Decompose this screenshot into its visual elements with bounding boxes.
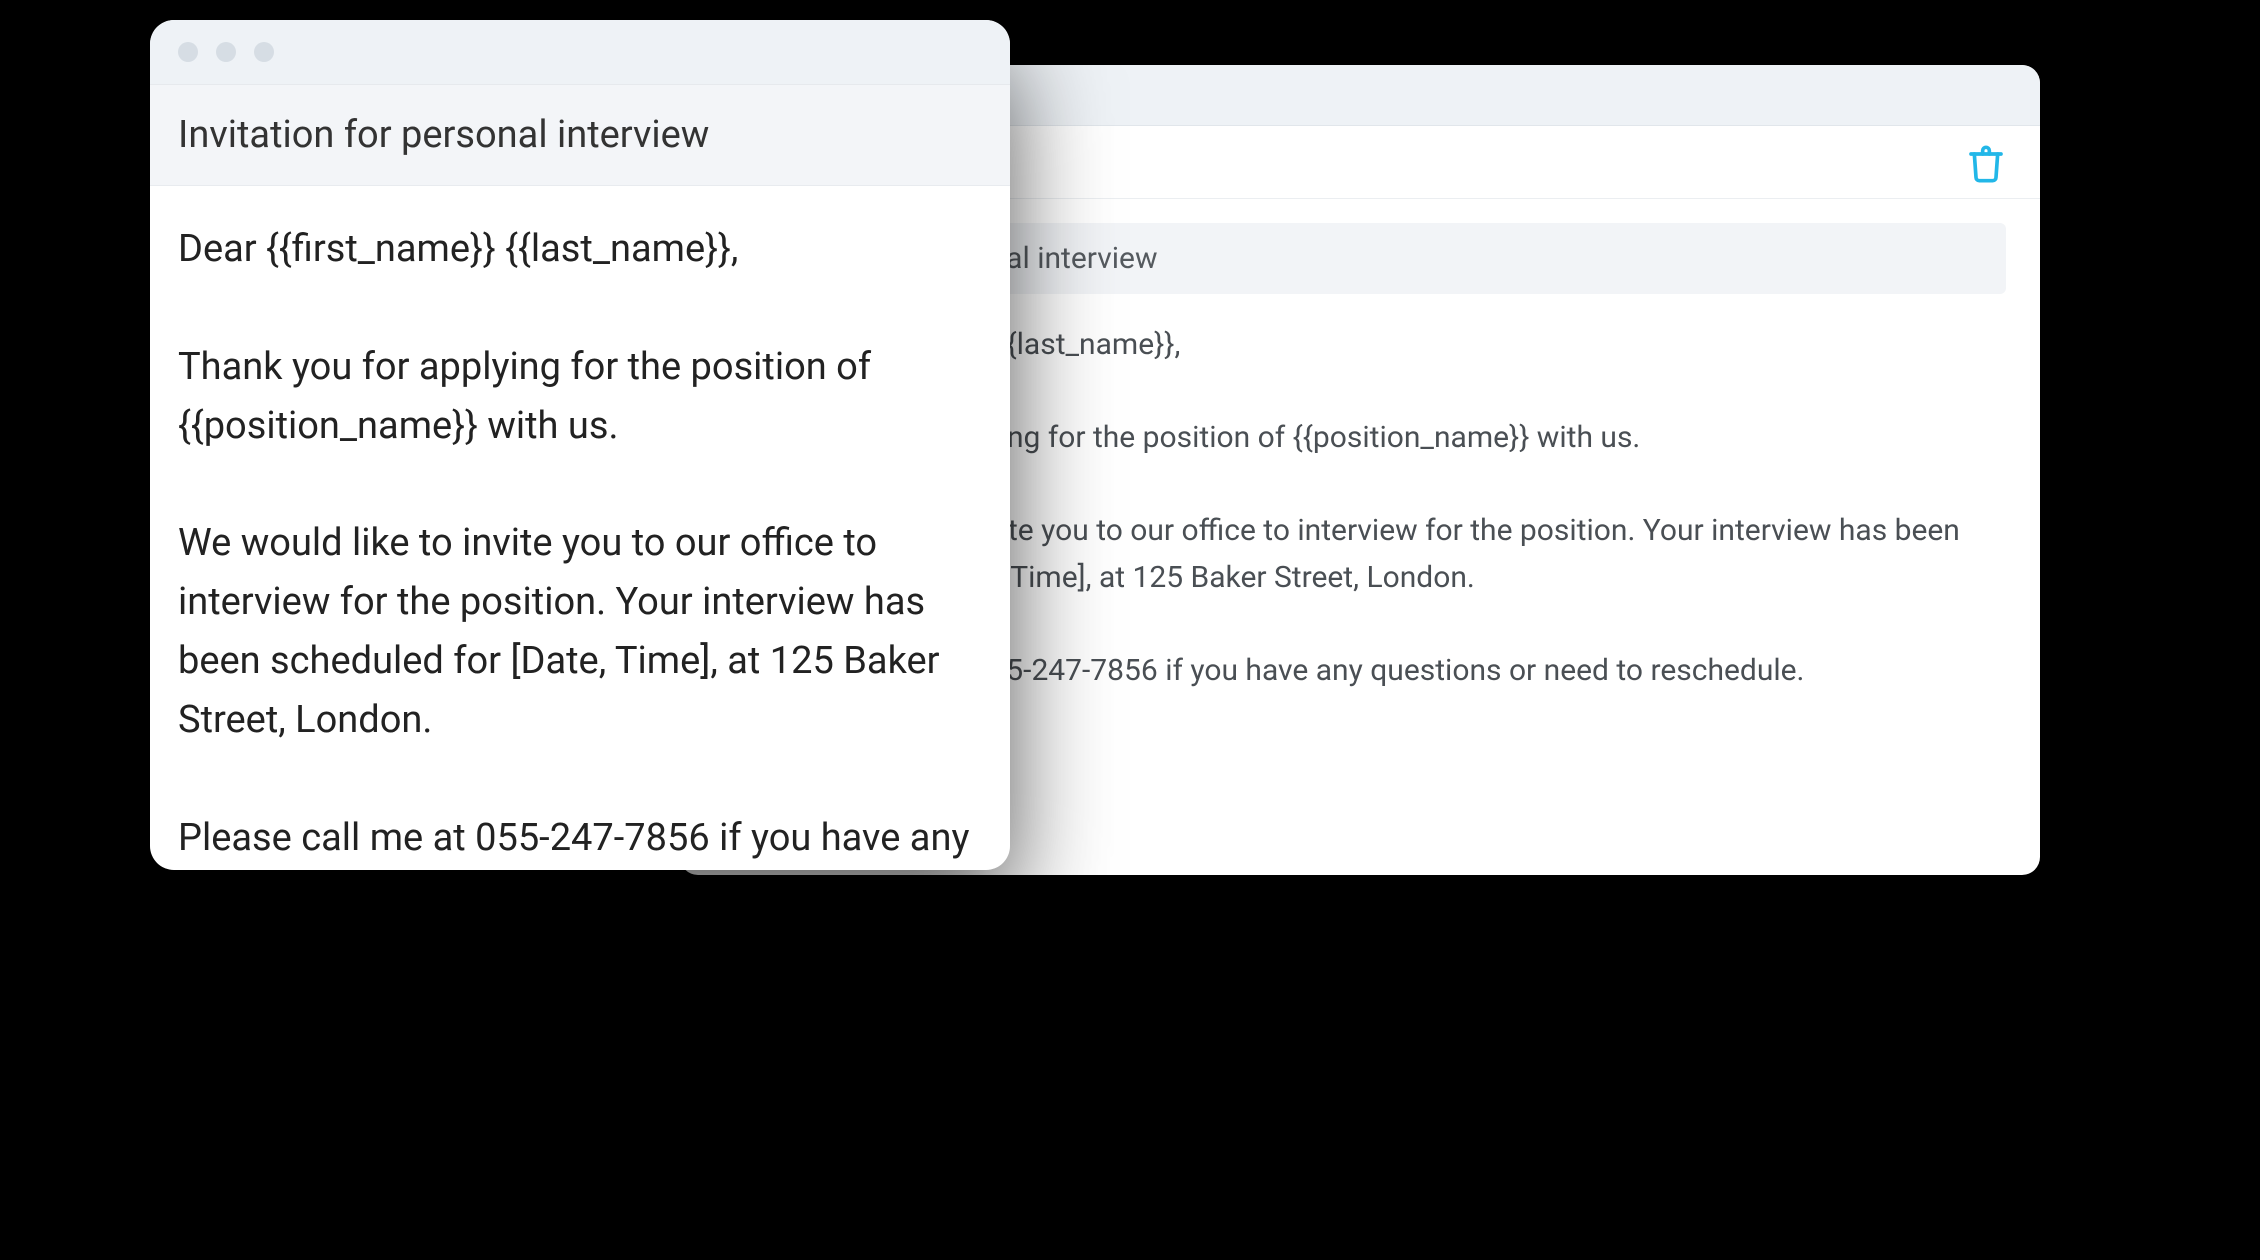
trash-icon[interactable] [1966,144,2006,184]
traffic-light-zoom-icon[interactable] [254,42,274,62]
email-subject-front[interactable]: Invitation for personal interview [150,85,1010,186]
template-compose-window: Invitation for personal interview Dear {… [150,20,1010,870]
traffic-light-close-icon[interactable] [178,42,198,62]
traffic-light-minimize-icon[interactable] [216,42,236,62]
email-body-front[interactable]: Dear {{first_name}} {{last_name}}, Thank… [150,186,1010,870]
window-titlebar-front [150,20,1010,85]
